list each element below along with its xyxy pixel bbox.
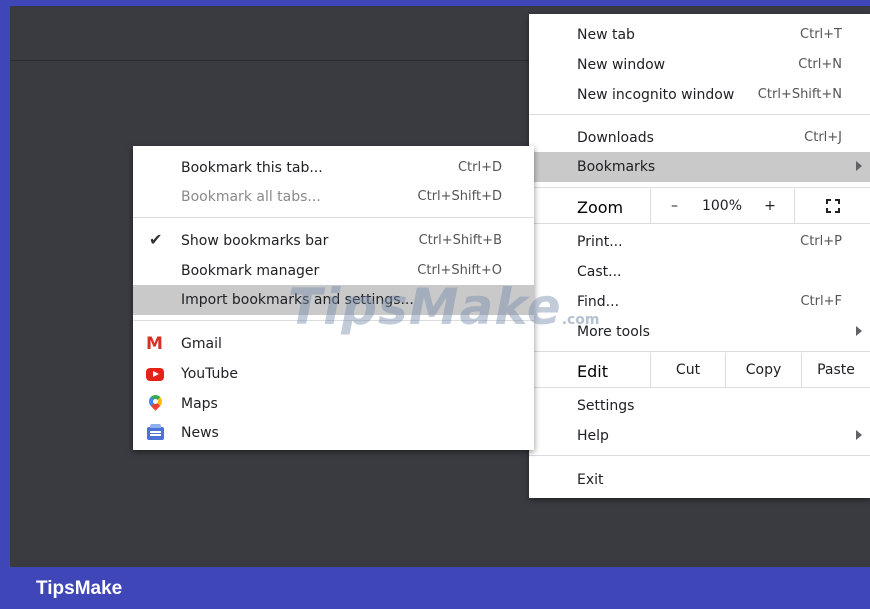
menu-label: Exit — [577, 472, 604, 488]
menu-new-window[interactable]: New window Ctrl+N — [529, 50, 870, 80]
menu-exit[interactable]: Exit — [529, 465, 870, 495]
shortcut-text: Ctrl+T — [800, 27, 842, 42]
menu-separator — [133, 217, 534, 218]
edit-label: Edit — [577, 362, 608, 381]
cut-button[interactable]: Cut — [650, 353, 725, 387]
shortcut-text: Ctrl+P — [800, 234, 842, 249]
submenu-show-bookmarks-bar[interactable]: ✔ Show bookmarks bar Ctrl+Shift+B — [133, 226, 534, 256]
chevron-right-icon — [856, 326, 862, 336]
menu-new-incognito-window[interactable]: New incognito window Ctrl+Shift+N — [529, 80, 870, 110]
menu-settings[interactable]: Settings — [529, 391, 870, 421]
paste-label: Paste — [817, 362, 855, 378]
shortcut-text: Ctrl+N — [798, 57, 842, 72]
zoom-in-button[interactable]: + — [746, 189, 794, 223]
bookmark-label: YouTube — [181, 366, 238, 382]
menu-label: Bookmarks — [577, 159, 656, 175]
bookmark-item-youtube[interactable]: YouTube — [133, 359, 534, 389]
menu-print[interactable]: Print... Ctrl+P — [529, 227, 870, 257]
toolbar-divider — [10, 60, 530, 61]
shortcut-text: Ctrl+F — [800, 294, 842, 309]
zoom-row: Zoom – 100% + — [529, 189, 870, 223]
shortcut-text: Ctrl+J — [804, 130, 842, 145]
chrome-main-menu: New tab Ctrl+T New window Ctrl+N New inc… — [529, 14, 870, 498]
menu-label: Settings — [577, 398, 635, 414]
menu-label: New window — [577, 57, 666, 73]
bookmark-label: Maps — [181, 396, 218, 412]
menu-separator — [529, 223, 870, 224]
news-icon — [147, 424, 164, 440]
menu-downloads[interactable]: Downloads Ctrl+J — [529, 123, 870, 153]
menu-separator — [529, 187, 870, 188]
menu-label: Help — [577, 428, 609, 444]
menu-label: New incognito window — [577, 87, 735, 103]
fullscreen-icon — [825, 199, 840, 213]
zoom-label: Zoom — [577, 198, 624, 217]
bookmark-item-maps[interactable]: Maps — [133, 389, 534, 419]
menu-help[interactable]: Help — [529, 421, 870, 451]
checkmark-icon: ✔ — [149, 230, 163, 249]
watermark: TipsMake.com — [288, 278, 600, 336]
shortcut-text: Ctrl+Shift+B — [418, 233, 502, 248]
menu-separator — [529, 455, 870, 456]
watermark-suffix: .com — [561, 312, 600, 328]
menu-bookmarks[interactable]: Bookmarks — [529, 152, 870, 182]
menu-label: New tab — [577, 27, 635, 43]
menu-label: Bookmark manager — [181, 263, 320, 279]
zoom-level-text: 100% — [701, 198, 743, 214]
fullscreen-button[interactable] — [794, 189, 870, 223]
menu-separator — [529, 114, 870, 115]
footer-brand: TipsMake — [36, 578, 123, 599]
chevron-right-icon — [856, 430, 862, 440]
watermark-text: TipsMake — [288, 278, 562, 336]
menu-separator — [529, 387, 870, 388]
edit-row: Edit Cut Copy Paste — [529, 353, 870, 387]
menu-label: Downloads — [577, 130, 654, 146]
menu-new-tab[interactable]: New tab Ctrl+T — [529, 20, 870, 50]
minus-icon: – — [671, 198, 678, 214]
shortcut-text: Ctrl+Shift+O — [417, 263, 502, 278]
shortcut-text: Ctrl+D — [457, 160, 502, 175]
youtube-icon — [146, 368, 164, 381]
submenu-bookmark-all-tabs: Bookmark all tabs... Ctrl+Shift+D — [133, 182, 534, 212]
menu-label: Show bookmarks bar — [181, 233, 329, 249]
plus-icon: + — [764, 198, 776, 214]
maps-icon — [146, 392, 165, 411]
bookmark-item-news[interactable]: News — [133, 418, 534, 448]
zoom-out-button[interactable]: – — [650, 189, 698, 223]
copy-button[interactable]: Copy — [725, 353, 801, 387]
cut-label: Cut — [675, 362, 701, 378]
bookmark-label: News — [181, 425, 219, 441]
menu-label: Bookmark this tab... — [181, 160, 323, 176]
bookmark-label: Gmail — [181, 336, 222, 352]
shortcut-text: Ctrl+Shift+N — [757, 87, 842, 102]
submenu-bookmark-this-tab[interactable]: Bookmark this tab... Ctrl+D — [133, 153, 534, 183]
paste-button[interactable]: Paste — [801, 353, 870, 387]
chevron-right-icon — [856, 161, 862, 171]
zoom-level: 100% — [698, 189, 746, 223]
menu-label: Print... — [577, 234, 623, 250]
shortcut-text: Ctrl+Shift+D — [417, 189, 502, 204]
menu-separator — [529, 351, 870, 352]
gmail-icon: M — [146, 334, 163, 354]
copy-label: Copy — [745, 362, 782, 378]
menu-label: Bookmark all tabs... — [181, 189, 321, 205]
